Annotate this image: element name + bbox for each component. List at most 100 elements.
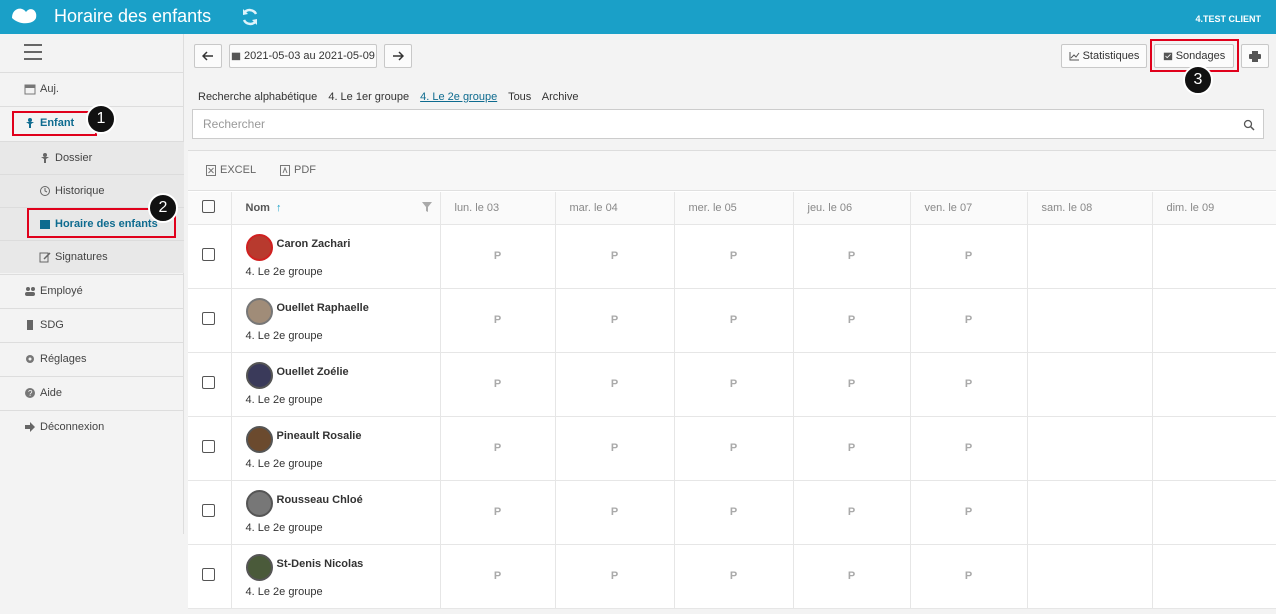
table-row[interactable]: Pineault Rosalie 4. Le 2e groupe P P P P P: [188, 416, 1276, 481]
day-cell[interactable]: P: [674, 224, 794, 289]
day-cell[interactable]: P: [555, 288, 675, 353]
export-pdf-button[interactable]: PDF: [280, 164, 316, 176]
day-cell[interactable]: P: [793, 480, 911, 545]
day-cell[interactable]: [1027, 544, 1153, 609]
day-cell[interactable]: P: [793, 544, 911, 609]
day-cell[interactable]: P: [793, 224, 911, 289]
day-cell[interactable]: [1152, 288, 1276, 353]
column-header-nom[interactable]: Nom ↑: [231, 192, 441, 225]
logo-icon: [12, 8, 37, 24]
day-cell[interactable]: [1027, 224, 1153, 289]
main-content: 2021-05-03 au 2021-05-09 Statistiques So…: [186, 34, 1276, 614]
table-row[interactable]: Rousseau Chloé 4. Le 2e groupe P P P P P: [188, 480, 1276, 545]
table-row[interactable]: Ouellet Raphaelle 4. Le 2e groupe P P P P P: [188, 288, 1276, 353]
child-group: 4. Le 2e groupe: [245, 521, 323, 534]
child-name-cell: Ouellet Raphaelle 4. Le 2e groupe: [231, 288, 441, 353]
day-cell[interactable]: P: [910, 480, 1028, 545]
day-cell[interactable]: [1027, 480, 1153, 545]
filter-icon[interactable]: [421, 202, 432, 212]
row-checkbox[interactable]: [202, 504, 215, 517]
sort-asc-icon[interactable]: ↑: [276, 202, 282, 214]
day-cell[interactable]: P: [555, 224, 675, 289]
sidebar-item-auj[interactable]: Auj.: [0, 72, 184, 105]
day-cell[interactable]: P: [674, 416, 794, 481]
filter-group-2[interactable]: 4. Le 2e groupe: [420, 91, 497, 103]
sidebar-item-aide[interactable]: ? Aide: [0, 376, 184, 409]
print-button[interactable]: [1241, 44, 1269, 68]
day-cell[interactable]: [1027, 416, 1153, 481]
child-name[interactable]: Ouellet Zoélie: [277, 366, 349, 378]
search-icon[interactable]: [1243, 119, 1255, 131]
day-cell[interactable]: P: [440, 224, 556, 289]
row-checkbox[interactable]: [202, 568, 215, 581]
child-name[interactable]: Ouellet Raphaelle: [277, 302, 369, 314]
child-group: 4. Le 2e groupe: [245, 457, 323, 470]
day-cell[interactable]: P: [440, 416, 556, 481]
date-range-button[interactable]: 2021-05-03 au 2021-05-09: [229, 44, 377, 68]
day-cell[interactable]: P: [674, 480, 794, 545]
sidebar-item-employe[interactable]: Employé: [0, 274, 184, 307]
day-cell[interactable]: P: [555, 416, 675, 481]
child-name[interactable]: Rousseau Chloé: [277, 494, 363, 506]
day-cell[interactable]: P: [674, 544, 794, 609]
sidebar-item-deconnexion[interactable]: Déconnexion: [0, 410, 184, 443]
day-cell[interactable]: [1152, 224, 1276, 289]
filter-all[interactable]: Tous: [508, 91, 531, 103]
avatar: [245, 297, 273, 325]
row-checkbox[interactable]: [202, 440, 215, 453]
day-cell[interactable]: [1152, 480, 1276, 545]
day-cell[interactable]: P: [555, 544, 675, 609]
day-cell[interactable]: P: [910, 416, 1028, 481]
search-input[interactable]: Rechercher: [192, 109, 1264, 139]
filter-alphabetical[interactable]: Recherche alphabétique: [198, 91, 317, 103]
day-cell[interactable]: P: [910, 544, 1028, 609]
day-cell[interactable]: [1152, 416, 1276, 481]
day-cell[interactable]: P: [910, 352, 1028, 417]
select-all-checkbox[interactable]: [202, 199, 215, 213]
day-cell[interactable]: [1152, 544, 1276, 609]
statistics-button[interactable]: Statistiques: [1061, 44, 1147, 68]
row-checkbox[interactable]: [202, 376, 215, 389]
row-checkbox[interactable]: [202, 248, 215, 261]
sidebar-item-sdg[interactable]: SDG: [0, 308, 184, 341]
day-cell[interactable]: P: [793, 352, 911, 417]
child-name[interactable]: St-Denis Nicolas: [277, 558, 364, 570]
day-cell[interactable]: [1152, 352, 1276, 417]
day-cell[interactable]: P: [440, 288, 556, 353]
table-row[interactable]: Ouellet Zoélie 4. Le 2e groupe P P P P P: [188, 352, 1276, 417]
page-title: Horaire des enfants: [54, 6, 212, 26]
step-badge: 2: [148, 193, 178, 223]
day-cell[interactable]: P: [674, 288, 794, 353]
day-cell[interactable]: P: [674, 352, 794, 417]
sidebar-item-dossier[interactable]: Dossier: [0, 141, 184, 174]
sidebar-item-signatures[interactable]: Signatures: [0, 240, 184, 273]
day-cell[interactable]: P: [440, 544, 556, 609]
day-cell[interactable]: P: [793, 288, 911, 353]
step-badge: 3: [1183, 65, 1213, 95]
pdf-icon: [280, 164, 290, 176]
export-excel-button[interactable]: EXCEL: [206, 164, 256, 176]
avatar: [245, 361, 273, 389]
day-cell[interactable]: P: [910, 288, 1028, 353]
table-row[interactable]: Caron Zachari 4. Le 2e groupe P P P P P: [188, 224, 1276, 289]
prev-week-button[interactable]: [194, 44, 222, 68]
row-checkbox[interactable]: [202, 312, 215, 325]
menu-icon[interactable]: [24, 44, 42, 60]
filter-archive[interactable]: Archive: [542, 91, 579, 103]
day-cell[interactable]: P: [555, 480, 675, 545]
day-cell[interactable]: P: [440, 480, 556, 545]
sidebar-item-reglages[interactable]: Réglages: [0, 342, 184, 375]
day-cell[interactable]: [1027, 352, 1153, 417]
child-name[interactable]: Pineault Rosalie: [277, 430, 362, 442]
day-cell[interactable]: P: [910, 224, 1028, 289]
day-cell[interactable]: P: [440, 352, 556, 417]
refresh-icon[interactable]: [240, 7, 260, 27]
table-row[interactable]: St-Denis Nicolas 4. Le 2e groupe P P P P P: [188, 544, 1276, 609]
filter-group-1[interactable]: 4. Le 1er groupe: [328, 91, 409, 103]
child-name[interactable]: Caron Zachari: [277, 238, 351, 250]
next-week-button[interactable]: [384, 44, 412, 68]
day-cell[interactable]: P: [793, 416, 911, 481]
column-header-day: sam. le 08: [1027, 192, 1153, 225]
day-cell[interactable]: P: [555, 352, 675, 417]
day-cell[interactable]: [1027, 288, 1153, 353]
